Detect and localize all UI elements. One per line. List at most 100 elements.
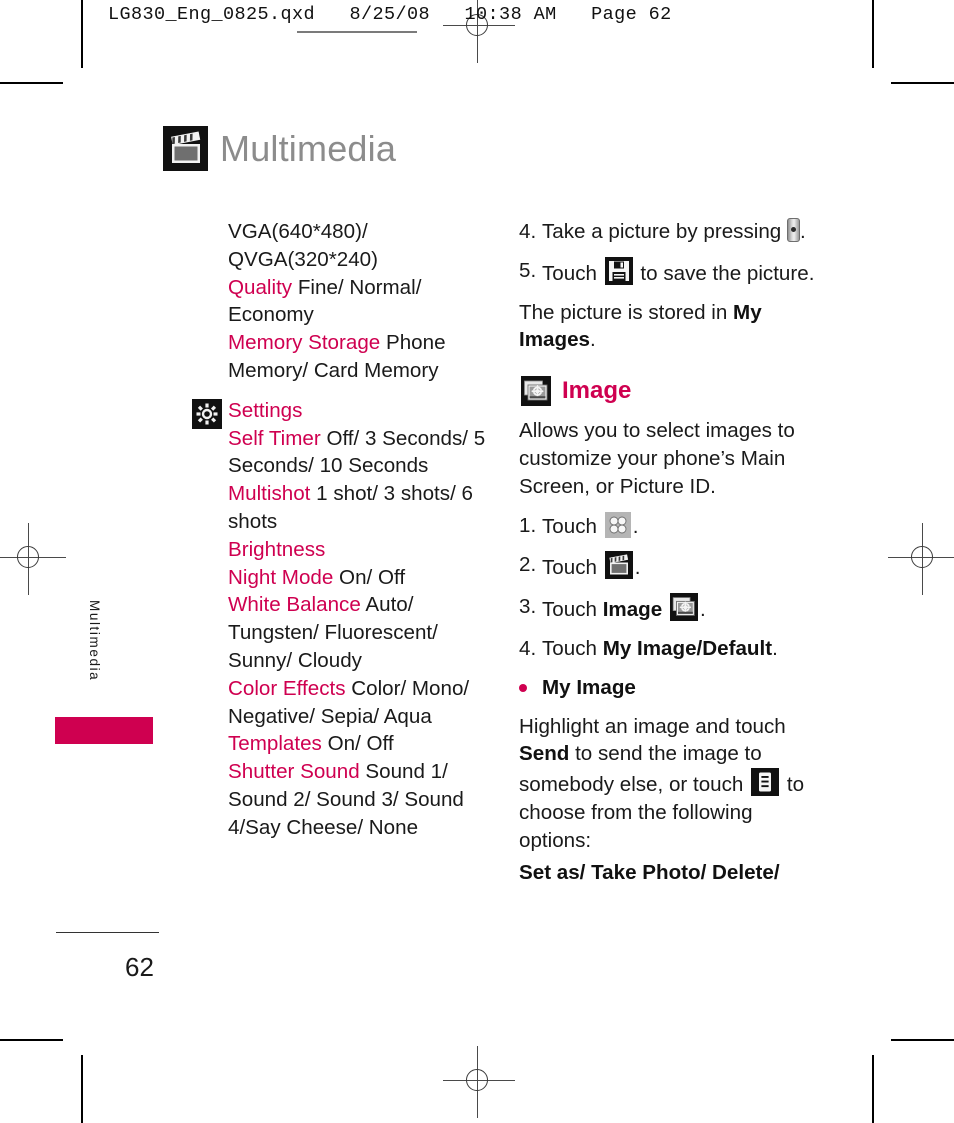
crop-mark-bottom-left-vertical [81,1055,83,1123]
setting-color-effects-key: Color Effects [228,676,346,700]
stored-note-after: . [589,328,596,352]
registration-mark-right [888,523,954,595]
image-step-2-after: . [634,556,641,580]
camera-step-5-before: Touch [542,261,597,285]
image-step-4-number: 4. [519,636,537,660]
image-step-3-number: 3. [519,595,537,619]
grid-four-dots-icon [604,511,631,538]
camera-step-4: 4. Take a picture by pressing . [519,218,819,246]
setting-night-mode: Night Mode On/ Off [228,564,490,592]
page-number-rule [56,932,159,934]
save-floppy-icon [604,256,633,285]
crop-mark-top-right-horizontal [891,82,954,84]
my-image-options: Set as/ Take Photo/ Delete/ [519,860,780,884]
setting-brightness-key: Brightness [228,537,326,561]
camera-step-4-after: . [799,220,806,243]
image-step-1-number: 1. [519,513,537,537]
resolution-line-1: VGA(640*480)/ [228,220,368,243]
stored-note: The picture is stored in My Images. [519,299,819,355]
crop-mark-top-left-vertical [81,0,83,68]
page-number: 62 [125,952,154,982]
setting-brightness: Brightness [228,536,490,564]
my-image-desc-send-bold: Send [519,742,570,766]
prepress-file-header: LG830_Eng_0825.qxd 8/25/08 10:38 AM Page… [108,4,672,25]
image-section-title: Image [562,377,632,405]
image-step-4-text: Touch My Image/Default. [542,635,819,663]
camera-step-4-number: 4. [519,220,537,243]
bullet-dot-icon [519,674,542,692]
image-section-heading: Image [519,376,819,407]
clapperboard-icon [604,551,633,580]
image-step-1-after: . [632,514,639,538]
crop-mark-top-left-horizontal [0,82,63,84]
image-step-3: 3. Touch Image . [519,593,819,624]
camera-step-5-text: Touch to save the picture. [542,256,819,288]
setting-white-balance: White Balance Auto/ Tungsten/ Fluorescen… [228,591,490,674]
my-image-desc-part1: Highlight an image and touch [519,714,786,738]
right-column: 4. Take a picture by pressing . 5. Touch [519,218,819,886]
crop-mark-top-right-vertical [872,0,874,68]
setting-white-balance-key: White Balance [228,593,361,617]
image-step-4-before: Touch [542,636,603,660]
image-step-3-before: Touch [542,598,603,622]
image-photos-icon [669,593,698,622]
side-tab-marker [55,717,153,744]
setting-multishot: Multishot 1 shot/ 3 shots/ 6 shots [228,480,490,536]
registration-mark-left [0,523,66,595]
setting-memory-storage: Memory Storage Phone Memory/ Card Memory [228,329,490,385]
setting-self-timer-key: Self Timer [228,426,321,450]
setting-memory-storage-key: Memory Storage [228,331,381,355]
image-step-3-after: . [699,598,706,622]
camera-step-4-text: Take a picture by pressing . [542,218,819,246]
camera-step-5-number: 5. [519,258,537,282]
image-step-2-before: Touch [542,556,597,580]
setting-color-effects: Color Effects Color/ Mono/ Negative/ Sep… [228,675,490,731]
page-title-label: Multimedia [220,127,397,169]
menu-list-icon [751,768,780,797]
settings-heading-row: Settings [192,397,490,429]
registration-mark-bottom [443,1046,515,1118]
setting-templates-value: On/ Off [327,732,394,756]
image-step-3-text: Touch Image . [542,593,819,624]
setting-templates-key: Templates [228,732,322,756]
camera-step-4-before: Take a picture by pressing [542,220,782,243]
image-step-4-after: . [772,636,778,660]
image-step-1-text: Touch . [542,511,819,541]
image-step-4: 4. Touch My Image/Default. [519,635,819,663]
image-step-1-before: Touch [542,514,597,538]
side-tab-label: Multimedia [87,600,102,682]
camera-step-5-after: to save the picture. [640,261,815,285]
setting-quality: Quality Fine/ Normal/ Economy [228,274,490,330]
stored-note-before: The picture is stored in [519,300,734,324]
clapperboard-icon [163,126,208,171]
camera-key-icon [786,218,800,242]
image-step-3-bold: Image [602,598,663,622]
crop-mark-bottom-right-vertical [872,1055,874,1123]
settings-heading-label: Settings [228,398,303,422]
gear-icon [192,398,222,429]
page-title: Multimedia [163,126,396,171]
image-photos-icon [521,376,551,407]
left-column: VGA(640*480)/ QVGA(320*240) Quality Fine… [192,218,490,842]
image-step-2-text: Touch . [542,551,819,582]
setting-templates: Templates On/ Off [228,730,490,758]
image-step-4-bold: My Image/Default [602,636,773,660]
my-image-bullet-label: My Image [542,675,636,699]
setting-self-timer: Self Timer Off/ 3 Seconds/ 5 Seconds/ 10… [228,425,490,481]
resolution-line-2: QVGA(320*240) [228,247,378,271]
camera-step-5: 5. Touch to save the picture. [519,256,819,288]
setting-shutter-sound: Shutter Sound Sound 1/ Sound 2/ Sound 3/… [228,758,490,841]
image-section-intro: Allows you to select images to customize… [519,419,795,498]
image-step-1: 1. Touch . [519,511,819,541]
setting-night-mode-key: Night Mode [228,565,334,589]
setting-multishot-key: Multishot [228,482,311,506]
my-image-description: Highlight an image and touch Send to sen… [519,713,819,855]
crop-mark-bottom-right-horizontal [891,1039,954,1041]
image-step-2: 2. Touch . [519,551,819,582]
setting-shutter-sound-key: Shutter Sound [228,760,360,784]
my-image-bullet: My Image [519,674,819,702]
image-step-2-number: 2. [519,553,537,577]
setting-night-mode-value: On/ Off [339,565,406,589]
crop-mark-bottom-left-horizontal [0,1039,63,1041]
header-rule [297,31,417,33]
